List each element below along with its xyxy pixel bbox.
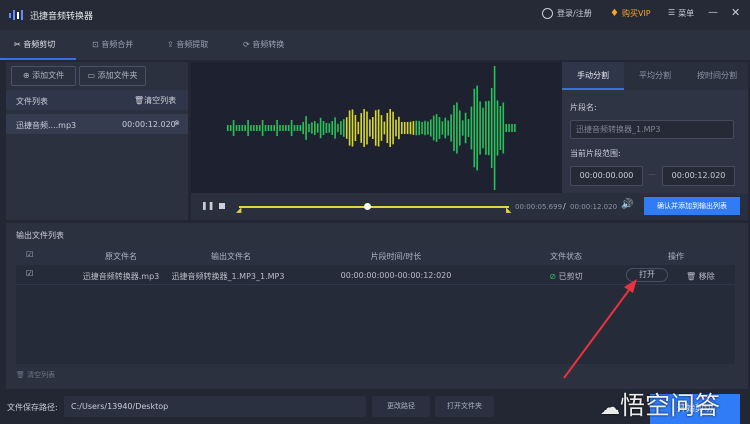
red-arrow-annotation: [563, 279, 637, 379]
watermark: ☁悟空问答: [600, 391, 721, 420]
watermark-logo-icon: ☁: [600, 395, 620, 419]
